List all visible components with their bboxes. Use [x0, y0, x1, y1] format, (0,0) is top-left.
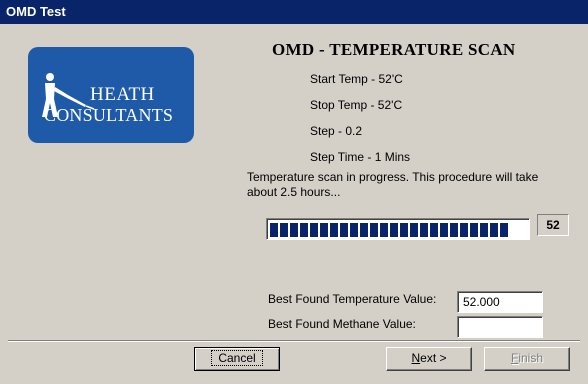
finish-button[interactable]: Finish [484, 347, 570, 371]
progress-fill [270, 223, 508, 237]
window-title: OMD Test [6, 4, 66, 19]
cancel-button[interactable]: Cancel [194, 347, 280, 371]
best-methane-label: Best Found Methane Value: [268, 317, 416, 331]
cancel-button-label: Cancel [211, 350, 263, 366]
stop-temp-text: Stop Temp - 52'C [310, 98, 403, 112]
progress-value: 52 [537, 214, 569, 236]
start-temp-text: Start Temp - 52'C [310, 72, 403, 86]
best-temp-field[interactable]: 52.000 [457, 291, 543, 313]
step-time-text: Step Time - 1 Mins [310, 150, 411, 164]
finish-button-label: inish [518, 351, 544, 365]
step-text: Step - 0.2 [310, 124, 363, 138]
best-methane-field[interactable] [457, 316, 543, 338]
next-button-label: ext > [420, 351, 447, 365]
window-title-bar: OMD Test [0, 0, 588, 24]
company-logo: HEATH CONSULTANTS [28, 47, 194, 143]
status-message: Temperature scan in progress. This proce… [247, 170, 539, 199]
logo-text-heath: HEATH [90, 84, 155, 105]
scan-progress-bar [266, 218, 530, 240]
button-separator [8, 340, 580, 342]
best-temp-label: Best Found Temperature Value: [268, 292, 437, 306]
next-button[interactable]: Next > [386, 347, 472, 371]
scan-heading: OMD - TEMPERATURE SCAN [272, 40, 516, 59]
next-button-mnemonic: N [411, 351, 421, 365]
logo-text-consultants: CONSULTANTS [44, 105, 174, 125]
